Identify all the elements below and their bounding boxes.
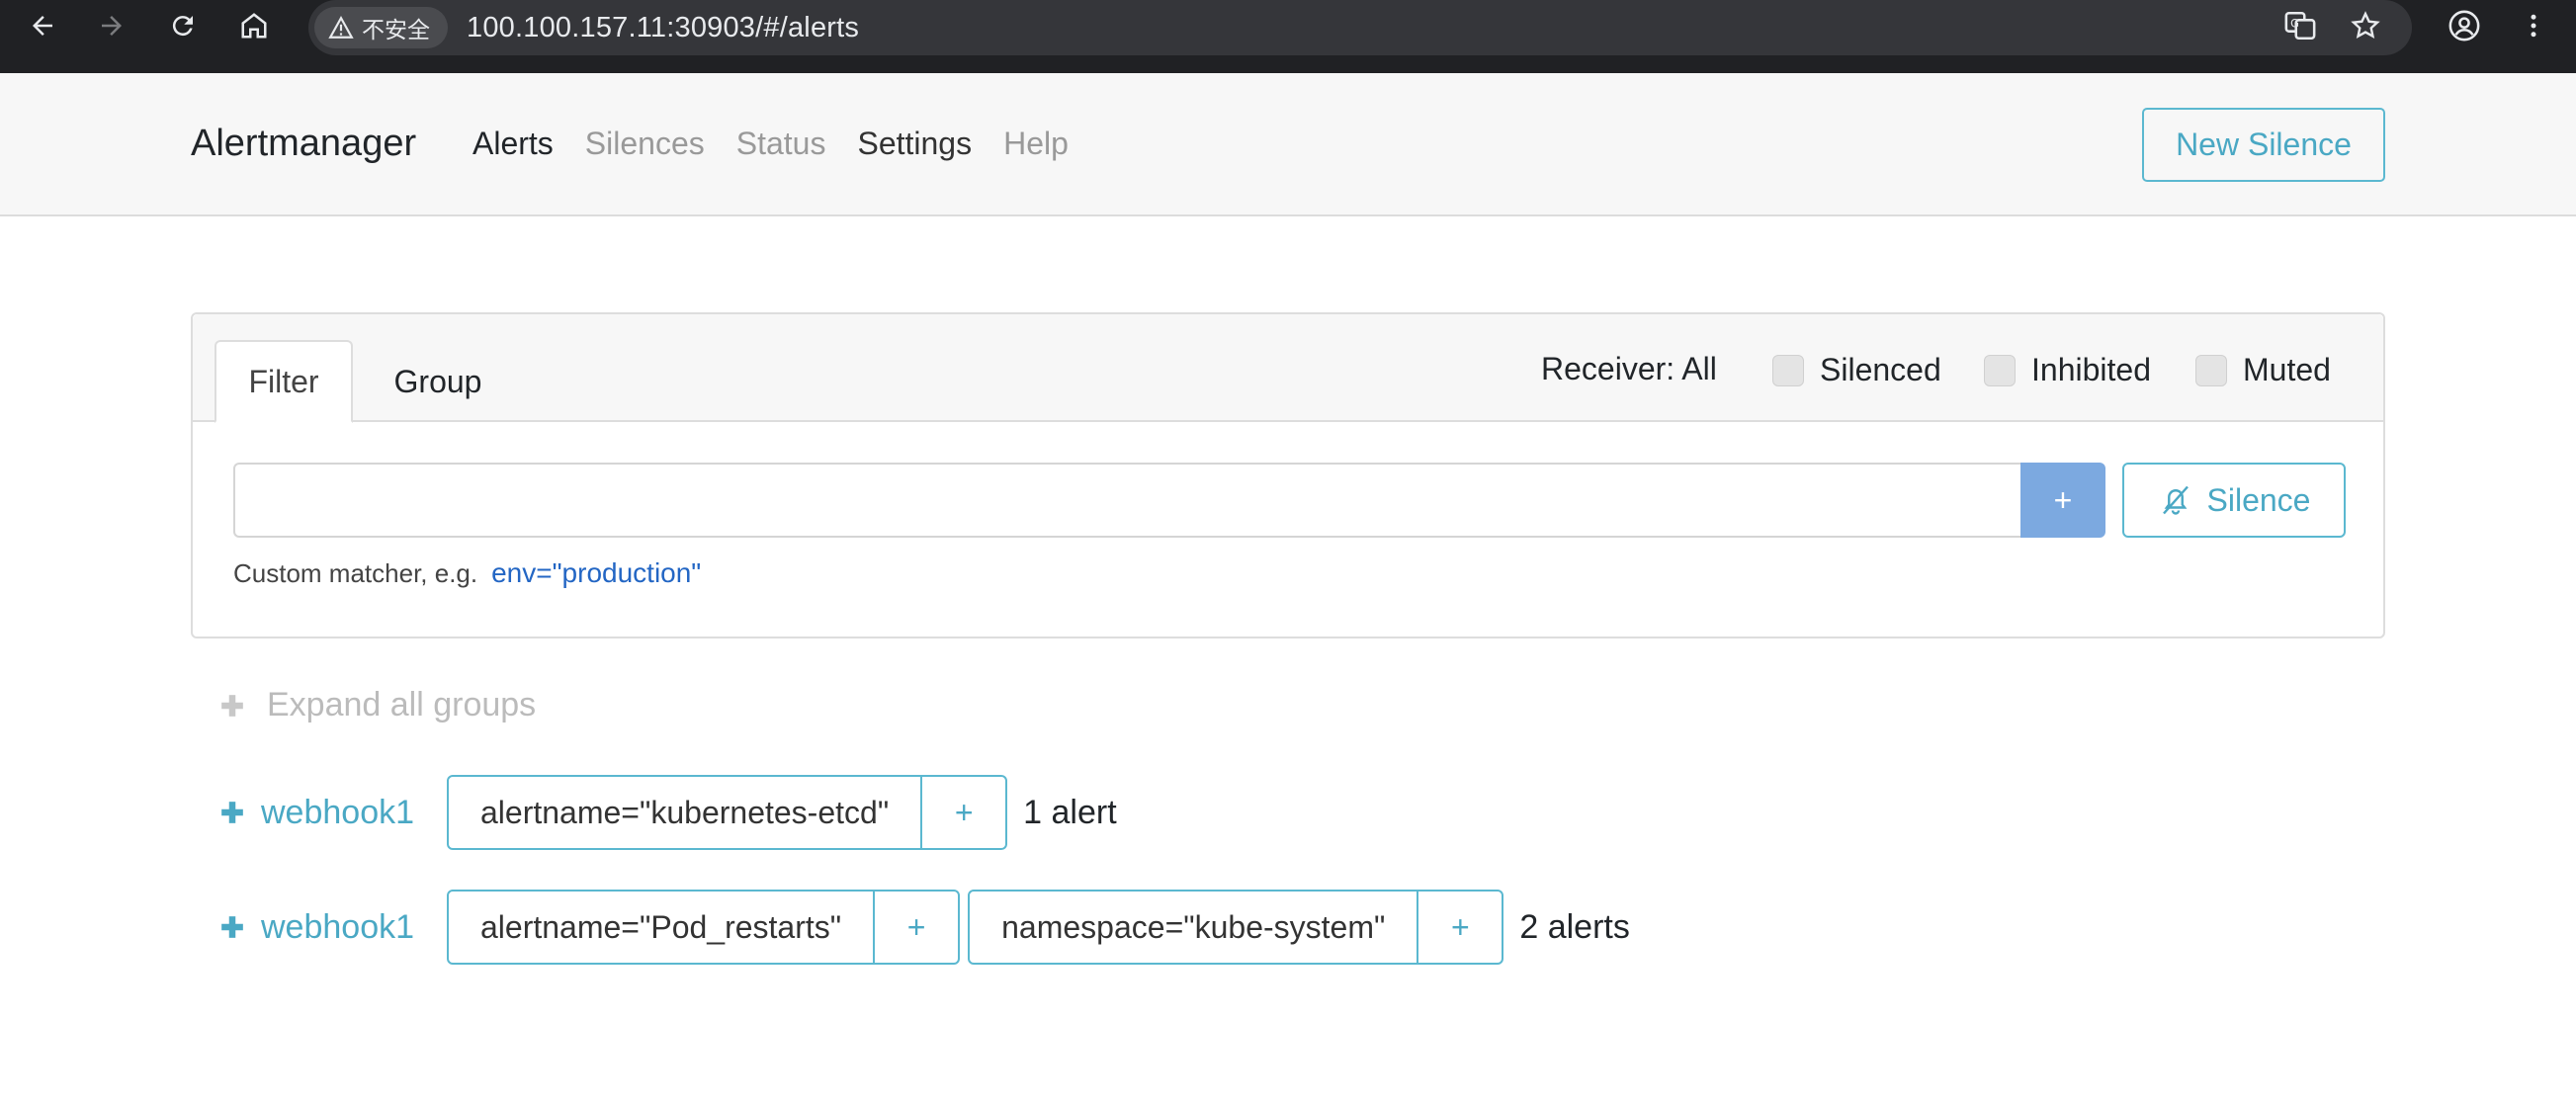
nav-alerts[interactable]: Alerts [472,126,554,162]
bell-slash-icon [2162,485,2189,515]
silence-button[interactable]: Silence [2122,463,2346,538]
receiver-name: webhook1 [261,907,415,946]
muted-checkbox[interactable]: Muted [2195,352,2331,388]
nav-links: Alerts Silences Status Settings Help [472,126,1100,162]
forward-icon[interactable] [83,6,140,45]
navbar: Alertmanager Alerts Silences Status Sett… [0,73,2576,216]
add-matcher-button[interactable]: + [2020,463,2105,538]
group-matcher: alertname="Pod_restarts" + [447,890,961,965]
svg-text:G: G [2290,16,2299,30]
checkbox-label: Muted [2243,352,2331,387]
alert-group: webhook1 alertname="Pod_restarts" + name… [219,890,1630,965]
alert-group: webhook1 alertname="kubernetes-etcd" + 1… [219,775,1117,850]
add-matcher-to-filter-button[interactable]: + [922,777,1005,848]
home-icon[interactable] [225,6,283,45]
add-matcher-to-filter-button[interactable]: + [875,892,958,963]
browser-toolbar: 不安全 100.100.157.11:30903/#/alerts G [0,0,2576,73]
add-matcher-to-filter-button[interactable]: + [1418,892,1502,963]
inhibited-checkbox[interactable]: Inhibited [1984,352,2151,388]
plus-icon [221,916,243,938]
filter-card-header: Filter Group Receiver: All Silenced Inhi… [193,314,2383,423]
alert-count: 2 alerts [1519,907,1630,946]
expand-all-label: Expand all groups [267,686,537,723]
matcher-label: alertname="kubernetes-etcd" [449,777,923,848]
brand-title[interactable]: Alertmanager [191,123,416,165]
matcher-input[interactable] [233,463,2020,538]
hint-example: env="production" [491,557,702,588]
back-icon[interactable] [14,6,71,45]
group-matcher: namespace="kube-system" + [968,890,1504,965]
menu-kebab-icon[interactable] [2509,6,2558,45]
filter-card: Filter Group Receiver: All Silenced Inhi… [191,312,2385,638]
silence-button-label: Silence [2206,481,2311,518]
reload-icon[interactable] [154,6,212,45]
new-silence-button[interactable]: New Silence [2142,108,2385,182]
plus-icon [221,694,243,717]
url-text: 100.100.157.11:30903/#/alerts [467,12,860,43]
profile-icon[interactable] [2440,6,2489,45]
address-bar[interactable]: 不安全 100.100.157.11:30903/#/alerts [308,0,2412,55]
tab-filter[interactable]: Filter [215,340,353,423]
receiver-select[interactable]: Receiver: All [1541,351,1717,387]
checkbox-box[interactable] [2195,354,2227,386]
warning-icon [328,16,354,39]
checkbox-box[interactable] [1772,354,1804,386]
tab-group[interactable]: Group [381,340,495,423]
nav-status[interactable]: Status [736,126,826,162]
expand-all-groups[interactable]: Expand all groups [219,686,536,724]
silenced-checkbox[interactable]: Silenced [1772,352,1941,388]
security-chip[interactable]: 不安全 [314,7,448,48]
alert-count: 1 alert [1023,793,1117,831]
nav-settings[interactable]: Settings [857,126,972,162]
matcher-label: namespace="kube-system" [970,892,1419,963]
plus-icon [221,802,243,823]
checkbox-label: Inhibited [2031,352,2151,387]
nav-help[interactable]: Help [1003,126,1069,162]
matcher-label: alertname="Pod_restarts" [449,892,876,963]
translate-icon[interactable]: G [2275,6,2325,45]
group-receiver[interactable]: webhook1 [219,908,447,947]
receiver-name: webhook1 [261,793,415,831]
security-label: 不安全 [362,17,430,42]
group-matcher: alertname="kubernetes-etcd" + [447,775,1008,850]
checkbox-label: Silenced [1820,352,1941,387]
group-receiver[interactable]: webhook1 [219,794,447,832]
checkbox-box[interactable] [1984,354,2016,386]
bookmark-star-icon[interactable] [2341,6,2390,45]
matcher-hint: Custom matcher, e.g. env="production" [233,557,701,589]
hint-text: Custom matcher, e.g. [233,558,478,588]
nav-silences[interactable]: Silences [585,126,705,162]
